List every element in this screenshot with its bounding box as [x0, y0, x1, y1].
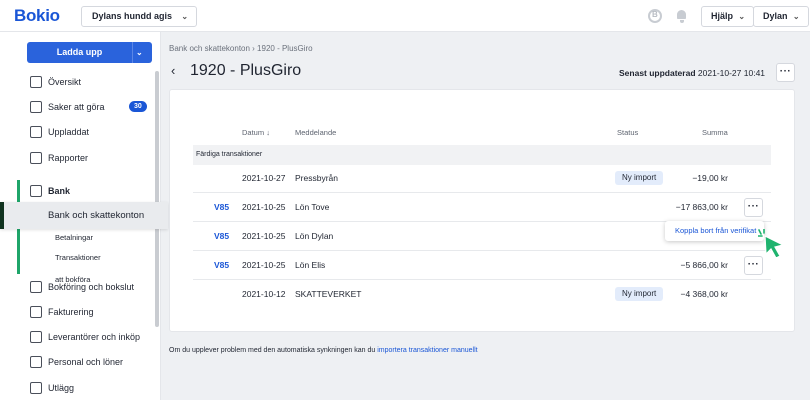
verification-link[interactable]: V85	[214, 251, 229, 279]
sidebar-item-leverantorer[interactable]: Leverantörer och inköp	[0, 325, 155, 349]
more-options-button[interactable]: ···	[776, 63, 795, 82]
chevron-down-icon[interactable]: ⌄	[136, 42, 143, 63]
group-header-row: Färdiga transaktioner	[193, 145, 771, 165]
last-updated-label: Senast uppdaterad	[619, 68, 696, 78]
back-chevron-icon[interactable]: ‹	[171, 63, 175, 78]
row-message: Pressbyrån	[295, 173, 338, 183]
sidebar-scrollbar[interactable]	[155, 71, 159, 327]
last-updated-value: 2021-10-27 10:41	[697, 68, 766, 78]
column-header-message: Meddelande	[295, 128, 337, 137]
more-dots-icon: ···	[747, 201, 760, 212]
row-context-menu: Koppla bort från verifikat	[665, 221, 764, 241]
people-icon	[30, 356, 42, 368]
sidebar-item-label: Utlägg	[48, 383, 75, 393]
more-dots-icon: ···	[779, 66, 792, 77]
sidebar-item-uppladdat[interactable]: Uppladdat	[0, 120, 155, 144]
row-message: SKATTEVERKET	[295, 289, 362, 299]
checklist-icon	[30, 101, 42, 113]
row-date: 2021-10-27	[242, 173, 286, 183]
sidebar-item-oversikt[interactable]: Översikt	[0, 70, 155, 94]
row-more-button[interactable]: ···	[744, 198, 763, 217]
manual-import-link[interactable]: importera transaktioner manuellt	[377, 347, 477, 354]
sidebar-subitem-bank-och-skattekonton[interactable]: Bank och skattekonton	[0, 202, 168, 229]
supplier-icon	[30, 331, 42, 343]
table-row[interactable]: 2021-10-27 Pressbyrån Ny import −19,00 k…	[193, 164, 771, 193]
unlink-verification-menu-item[interactable]: Koppla bort från verifikat	[675, 221, 756, 241]
breadcrumb[interactable]: Bank och skattekonton › 1920 - PlusGiro	[169, 44, 313, 53]
pointer-cursor-icon	[758, 229, 785, 259]
table-row[interactable]: 2021-10-12 SKATTEVERKET Ny import −4 368…	[193, 280, 771, 309]
row-message: Lön Dylan	[295, 231, 334, 241]
sidebar-item-label: Uppladdat	[48, 127, 90, 137]
column-header-date[interactable]: Datum ↓	[242, 128, 270, 137]
row-sum: −19,00 kr	[692, 173, 728, 183]
upload-button[interactable]: Ladda upp ⌄	[27, 42, 152, 63]
top-bar: Bokio Dylans hundd agis ⌄ Hjälp ⌄ Dylan …	[0, 0, 810, 32]
help-menu-button[interactable]: Hjälp ⌄	[701, 6, 755, 27]
sidebar-item-rapporter[interactable]: Rapporter	[0, 146, 155, 170]
sidebar-subitem-label: Bank och skattekonton	[48, 210, 145, 221]
sidebar-item-label: Personal och löner	[48, 357, 124, 367]
sort-arrow-icon: ↓	[266, 128, 270, 137]
sidebar-item-label: Bokföring och bokslut	[48, 282, 135, 292]
user-label: Dylan	[763, 11, 788, 21]
user-menu-button[interactable]: Dylan ⌄	[753, 6, 809, 27]
table-row[interactable]: V85 2021-10-25 Lön Elis −5 866,00 kr ···	[193, 251, 771, 280]
upload-divider	[132, 42, 133, 63]
row-date: 2021-10-12	[242, 289, 286, 299]
chart-icon	[30, 152, 42, 164]
chevron-down-icon: ⌄	[792, 12, 800, 21]
last-updated: Senast uppdaterad 2021-10-27 10:41	[619, 68, 765, 78]
folder-icon	[30, 126, 42, 138]
todo-count-badge: 30	[129, 101, 147, 112]
sidebar-item-label: Rapporter	[48, 153, 89, 163]
sync-help-text: Om du upplever problem med den automatis…	[169, 347, 378, 354]
verification-link[interactable]: V85	[214, 193, 229, 221]
table-row[interactable]: V85 2021-10-25 Lön Tove −17 863,00 kr ··…	[193, 193, 771, 222]
sidebar: Ladda upp ⌄ Översikt Saker att göra 30 U…	[0, 32, 168, 400]
row-message: Lön Tove	[295, 202, 330, 212]
invoice-icon	[30, 306, 42, 318]
upload-label: Ladda upp	[56, 47, 103, 57]
sidebar-item-label: Fakturering	[48, 307, 94, 317]
sidebar-item-label: Saker att göra	[48, 102, 105, 112]
sidebar-item-personal[interactable]: Personal och löner	[0, 350, 155, 374]
sidebar-item-bokforing[interactable]: Bokföring och bokslut	[0, 275, 155, 299]
help-label: Hjälp	[711, 11, 734, 21]
sidebar-item-fakturering[interactable]: Fakturering	[0, 300, 155, 324]
chevron-down-icon: ⌄	[738, 12, 746, 21]
row-sum: −17 863,00 kr	[675, 202, 728, 212]
row-date: 2021-10-25	[242, 231, 286, 241]
row-sum: −5 866,00 kr	[680, 260, 729, 270]
bokio-logo[interactable]: Bokio	[14, 6, 60, 26]
sidebar-item-bank[interactable]: Bank	[0, 179, 155, 203]
home-icon	[30, 76, 42, 88]
column-header-status: Status	[617, 128, 639, 137]
group-label: Färdiga transaktioner	[196, 151, 263, 158]
sidebar-item-label: Översikt	[48, 77, 82, 87]
row-sum: −4 368,00 kr	[680, 289, 729, 299]
row-message: Lön Elis	[295, 260, 326, 270]
sidebar-item-saker-att-gora[interactable]: Saker att göra 30	[0, 95, 155, 119]
coin-icon[interactable]	[648, 9, 662, 23]
row-date: 2021-10-25	[242, 260, 286, 270]
chevron-down-icon: ⌄	[181, 12, 189, 21]
status-badge: Ny import	[615, 287, 664, 301]
sidebar-item-utlagg[interactable]: Utlägg	[0, 376, 155, 400]
ledger-icon	[30, 281, 42, 293]
sync-help-note: Om du upplever problem med den automatis…	[169, 347, 478, 354]
row-date: 2021-10-25	[242, 202, 286, 212]
sidebar-subitem-label: Betalningar	[55, 233, 93, 242]
column-header-sum: Summa	[702, 128, 728, 137]
sidebar-item-label: Bank	[48, 186, 71, 196]
company-selector[interactable]: Dylans hundd agis ⌄	[81, 6, 198, 27]
bank-icon	[30, 185, 42, 197]
verification-link[interactable]: V85	[214, 222, 229, 250]
card-icon	[30, 382, 42, 394]
sidebar-item-label: Leverantörer och inköp	[48, 332, 141, 342]
status-badge: Ny import	[615, 171, 664, 185]
page-title: 1920 - PlusGiro	[190, 62, 302, 79]
company-name: Dylans hundd agis	[92, 11, 173, 21]
bell-icon[interactable]	[675, 9, 689, 23]
